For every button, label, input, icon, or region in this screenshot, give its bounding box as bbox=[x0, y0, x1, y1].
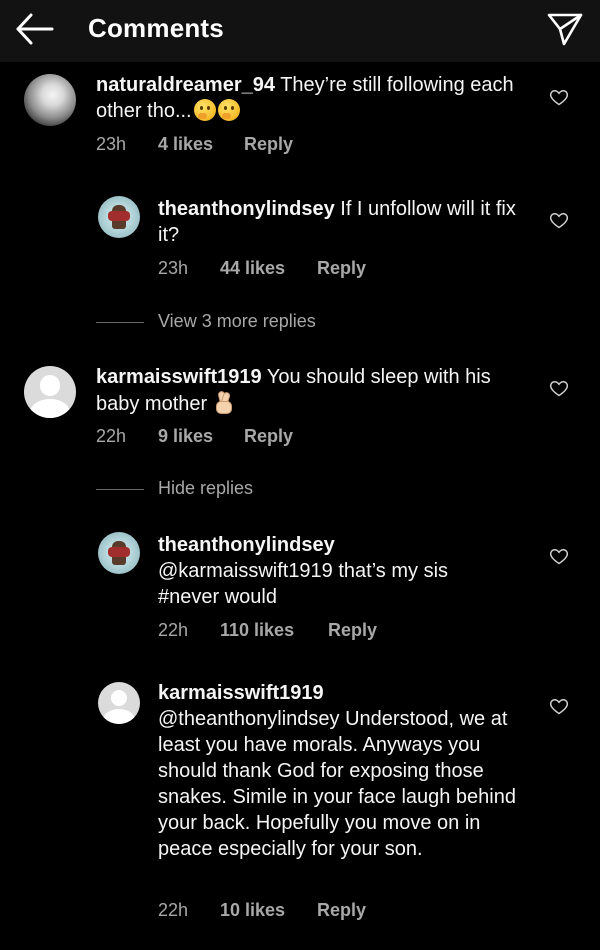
crossed-fingers-emoji-icon bbox=[213, 390, 233, 414]
hide-replies-button[interactable]: Hide replies bbox=[96, 478, 253, 499]
comment-body: theanthonylindsey @karmaisswift1919 that… bbox=[158, 532, 528, 610]
comment-text: @karmaisswift1919 that’s my sis #never w… bbox=[158, 560, 449, 608]
heart-icon[interactable] bbox=[549, 546, 569, 566]
comment-username[interactable]: naturaldreamer_94 bbox=[96, 74, 275, 96]
comment-time: 22h bbox=[158, 620, 189, 640]
view-more-replies-label: View 3 more replies bbox=[158, 311, 316, 331]
comment-body: karmaisswift1919 @theanthonylindsey Unde… bbox=[158, 680, 528, 862]
comment-time: 23h bbox=[158, 258, 189, 278]
thinking-face-emoji-icon bbox=[193, 99, 216, 121]
likes-count[interactable]: 44 likes bbox=[220, 258, 317, 279]
likes-count[interactable]: 110 likes bbox=[220, 620, 328, 641]
header-bar: Comments bbox=[0, 0, 600, 62]
comment-meta: 22h 110 likes Reply bbox=[158, 620, 377, 641]
reply-button[interactable]: Reply bbox=[244, 134, 293, 155]
reply-button[interactable]: Reply bbox=[244, 426, 293, 447]
comment-body: theanthonylindsey If I unfollow will it … bbox=[158, 196, 528, 248]
heart-icon[interactable] bbox=[549, 696, 569, 716]
likes-count[interactable]: 10 likes bbox=[220, 900, 317, 921]
comment-time: 22h bbox=[96, 426, 127, 446]
comment-meta: 23h 44 likes Reply bbox=[158, 258, 366, 279]
comment-meta: 23h 4 likes Reply bbox=[96, 134, 293, 155]
reply-button[interactable]: Reply bbox=[317, 900, 366, 921]
reply-button[interactable]: Reply bbox=[328, 620, 377, 641]
avatar[interactable] bbox=[98, 196, 140, 238]
thinking-face-emoji-icon bbox=[217, 99, 240, 121]
reply-button[interactable]: Reply bbox=[317, 258, 366, 279]
heart-icon[interactable] bbox=[549, 87, 569, 107]
comment-text: @theanthonylindsey Understood, we at lea… bbox=[158, 708, 516, 860]
comment-username[interactable]: karmaisswift1919 bbox=[96, 366, 262, 388]
page-title: Comments bbox=[88, 13, 224, 43]
likes-count[interactable]: 4 likes bbox=[158, 134, 244, 155]
avatar[interactable] bbox=[24, 74, 76, 126]
heart-icon[interactable] bbox=[549, 210, 569, 230]
comment-meta: 22h 10 likes Reply bbox=[158, 900, 366, 921]
comment-time: 22h bbox=[158, 900, 189, 920]
send-icon[interactable] bbox=[546, 10, 584, 48]
likes-count[interactable]: 9 likes bbox=[158, 426, 244, 447]
hide-replies-label: Hide replies bbox=[158, 478, 254, 498]
comment-body: naturaldreamer_94 They’re still followin… bbox=[96, 72, 526, 124]
heart-icon[interactable] bbox=[549, 378, 569, 398]
avatar[interactable] bbox=[98, 682, 140, 724]
comment-body: karmaisswift1919 You should sleep with h… bbox=[96, 364, 526, 417]
comment-meta: 22h 9 likes Reply bbox=[96, 426, 293, 447]
back-arrow-icon[interactable] bbox=[14, 10, 56, 48]
divider-line bbox=[96, 321, 144, 323]
comment-time: 23h bbox=[96, 134, 127, 154]
comment-username[interactable]: karmaisswift1919 bbox=[158, 680, 528, 706]
reply-item: karmaisswift1919 @theanthonylindsey Unde… bbox=[0, 0, 600, 920]
view-more-replies-button[interactable]: View 3 more replies bbox=[96, 311, 316, 332]
avatar[interactable] bbox=[98, 532, 140, 574]
comment-username[interactable]: theanthonylindsey bbox=[158, 532, 528, 558]
divider-line bbox=[96, 488, 144, 490]
comment-username[interactable]: theanthonylindsey bbox=[158, 198, 335, 220]
avatar[interactable] bbox=[24, 366, 76, 418]
